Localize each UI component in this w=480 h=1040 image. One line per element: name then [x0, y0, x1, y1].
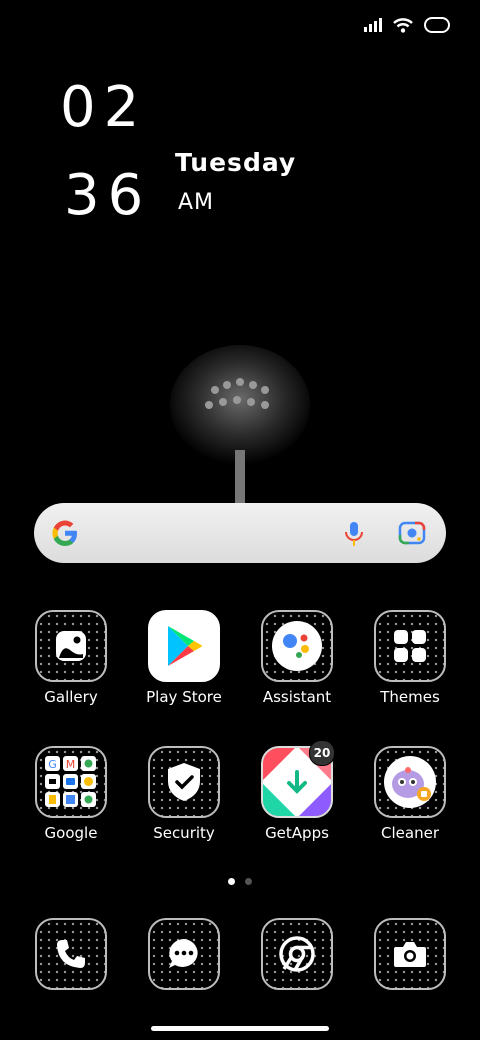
play-store-icon: [148, 610, 220, 682]
page-dot-active: [228, 878, 235, 885]
dock-camera[interactable]: [358, 918, 462, 990]
svg-text:G: G: [48, 758, 57, 771]
cleaner-icon: [374, 746, 446, 818]
camera-icon: [374, 918, 446, 990]
clock-hour[interactable]: 02: [60, 80, 147, 136]
app-label: Security: [153, 824, 215, 842]
themes-icon: [374, 610, 446, 682]
app-label: Google: [44, 824, 98, 842]
app-label: Play Store: [146, 688, 222, 706]
app-getapps[interactable]: 20 GetApps: [245, 740, 349, 842]
dock-messages[interactable]: [132, 918, 236, 990]
assistant-icon: [261, 610, 333, 682]
battery-icon: [424, 17, 450, 33]
signal-icon: [364, 18, 382, 32]
clock-minute[interactable]: 36: [64, 168, 151, 224]
app-label: Cleaner: [381, 824, 439, 842]
app-google-folder[interactable]: G M Google: [19, 746, 123, 842]
dock-phone[interactable]: [19, 918, 123, 990]
wallpaper-image: [170, 345, 310, 510]
app-themes[interactable]: Themes: [358, 610, 462, 706]
clock-day[interactable]: Tuesday: [175, 148, 296, 177]
app-assistant[interactable]: Assistant: [245, 610, 349, 706]
svg-text:M: M: [66, 758, 76, 771]
status-bar: [364, 16, 450, 34]
google-search-bar[interactable]: [34, 503, 446, 563]
app-label: Assistant: [262, 688, 332, 706]
app-label: Themes: [380, 688, 440, 706]
gesture-nav-bar[interactable]: [151, 1026, 329, 1031]
microphone-icon[interactable]: [342, 520, 366, 548]
google-lens-icon[interactable]: [398, 520, 426, 546]
page-indicator: [228, 878, 252, 885]
gallery-icon: [35, 610, 107, 682]
app-security[interactable]: Security: [132, 746, 236, 842]
app-label: Gallery: [44, 688, 98, 706]
google-g-icon: [52, 520, 77, 546]
messages-icon: [148, 918, 220, 990]
notification-badge: 20: [309, 740, 335, 766]
page-dot: [245, 878, 252, 885]
app-cleaner[interactable]: Cleaner: [358, 746, 462, 842]
app-gallery[interactable]: Gallery: [19, 610, 123, 706]
chrome-icon: [261, 918, 333, 990]
security-icon: [148, 746, 220, 818]
app-play-store[interactable]: Play Store: [132, 610, 236, 706]
dock-chrome[interactable]: [245, 918, 349, 990]
google-folder-icon: G M: [35, 746, 107, 818]
app-label: GetApps: [265, 824, 329, 842]
phone-icon: [35, 918, 107, 990]
wifi-icon: [393, 18, 413, 33]
clock-ampm[interactable]: AM: [178, 190, 214, 215]
